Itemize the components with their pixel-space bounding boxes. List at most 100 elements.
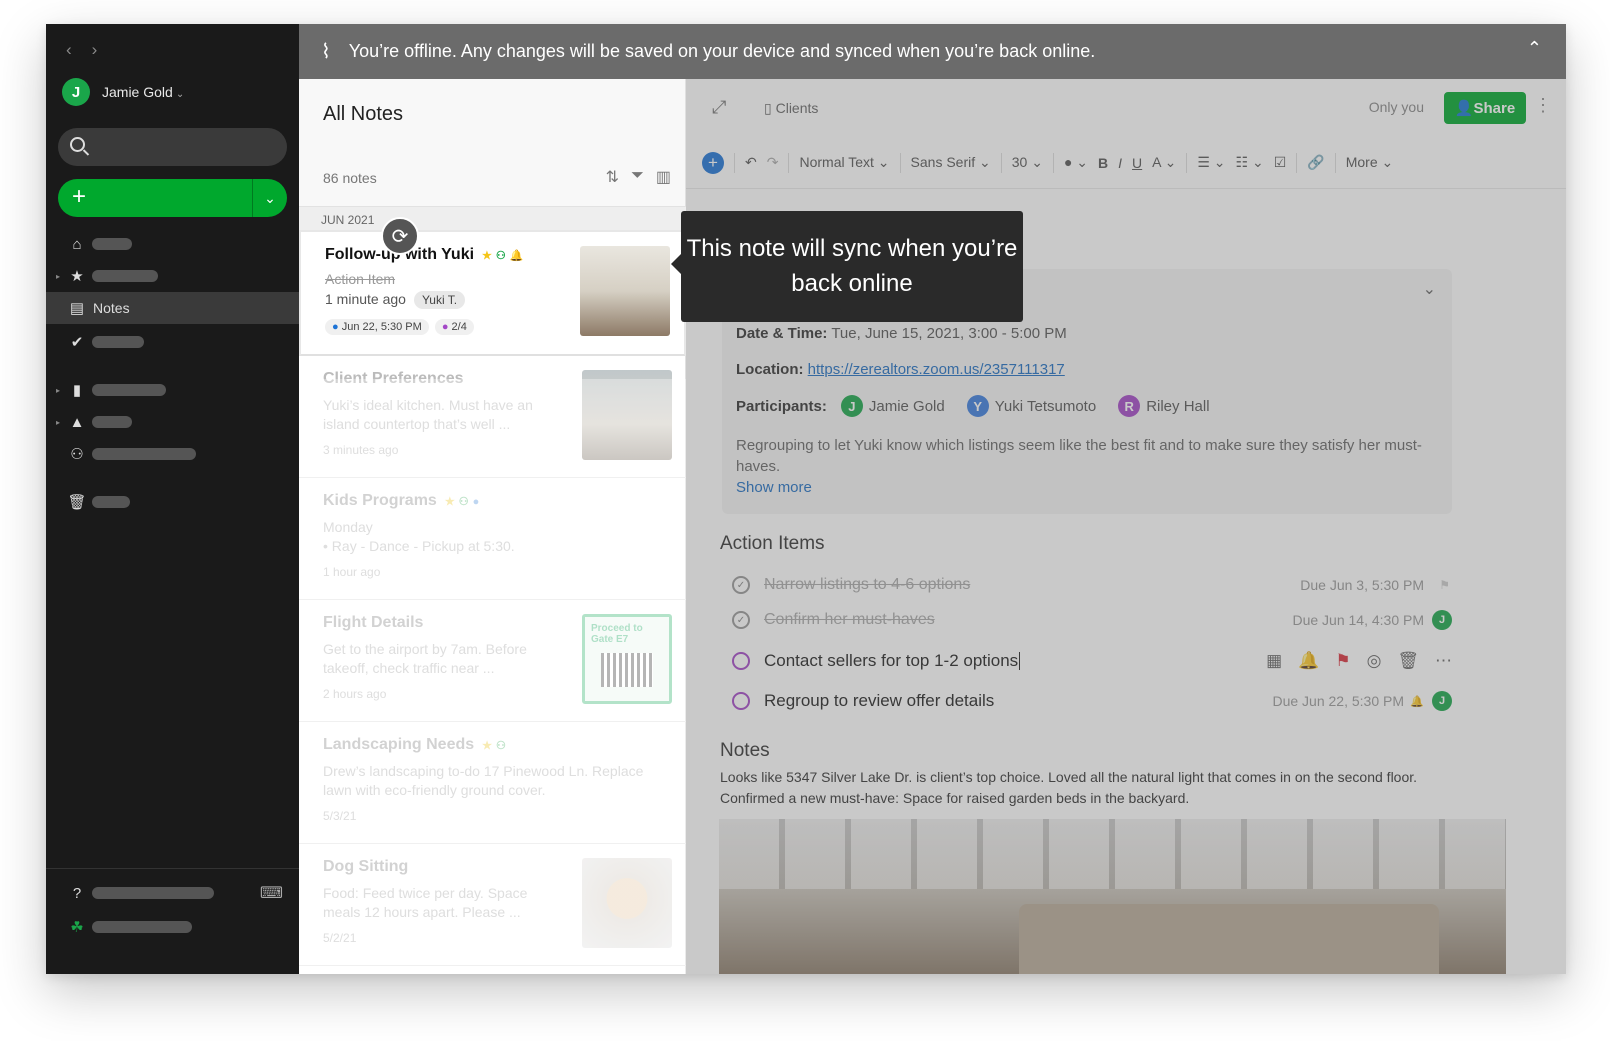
divider — [1186, 152, 1188, 173]
due-date: Due Jun 14, 4:30 PM — [1292, 612, 1424, 628]
participant-chip[interactable]: Y Yuki Tetsumoto — [966, 395, 1096, 417]
layout-icon[interactable]: ▥ — [656, 167, 671, 187]
offline-banner: ⌇ You’re offline. Any changes will be sa… — [299, 24, 1566, 79]
star-icon: ★ — [482, 739, 497, 752]
list-item[interactable]: Flight Details Get to the airport by 7am… — [299, 600, 686, 722]
participant-chip[interactable]: R Riley Hall — [1118, 395, 1210, 417]
reminder-chip[interactable]: ● Jun 22, 5:30 PM — [325, 319, 429, 335]
search-input[interactable] — [58, 128, 287, 166]
account-switcher[interactable]: J Jamie Gold ⌄ — [62, 78, 184, 106]
text-color-icon[interactable]: ● ⌄ — [1064, 154, 1088, 171]
upgrade-item[interactable]: ☘ — [46, 911, 299, 943]
bell-icon: ● — [472, 495, 484, 508]
note-tag[interactable]: Yuki T. — [413, 291, 466, 309]
list-item[interactable]: Kids Programs ★⚇● Monday • Ray - Dance - … — [299, 478, 686, 600]
redo-icon[interactable]: ↷ — [767, 154, 779, 171]
list-item[interactable]: Dog Sitting Food: Feed twice per day. Sp… — [299, 844, 686, 966]
collapse-chevron-icon[interactable]: ⌃ — [1527, 38, 1542, 59]
sidebar-item-tasks[interactable]: ✔ — [46, 326, 299, 358]
notebook-breadcrumb[interactable]: ▯ Clients — [764, 100, 818, 117]
redacted-label — [92, 238, 132, 250]
note-snippet: Action Item — [325, 271, 396, 287]
history-nav: ‹ › — [66, 40, 117, 60]
underline-icon[interactable]: U — [1132, 155, 1142, 171]
text-cursor — [1019, 652, 1021, 670]
calendar-icon[interactable]: ▦ — [1266, 651, 1282, 671]
flag-icon[interactable]: ⚑ — [1335, 651, 1350, 671]
share-button[interactable]: 👤 Share — [1444, 92, 1526, 124]
task-checkbox[interactable] — [732, 652, 750, 670]
text-style-select[interactable]: Normal Text ⌄ — [799, 154, 889, 171]
expand-icon[interactable]: ⤢ — [712, 97, 726, 118]
sidebar-item-label: Notes — [93, 300, 130, 316]
list-item[interactable]: Follow-up with Yuki ★⚇🔔 Action Item 1 min… — [299, 230, 686, 356]
sidebar-item-shared[interactable]: ⚇ — [46, 438, 299, 470]
font-size-select[interactable]: 30 ⌄ — [1012, 154, 1043, 171]
checklist-icon[interactable]: ☑ — [1274, 154, 1287, 171]
expand-triangle-icon[interactable]: ▸ — [56, 272, 60, 281]
filter-icon[interactable]: ⏷ — [631, 167, 644, 187]
redacted-label — [92, 921, 192, 933]
chevron-down-icon[interactable]: ⌄ — [252, 179, 287, 217]
keyboard-icon[interactable]: ⌨ — [260, 883, 283, 903]
note-thumbnail — [582, 858, 672, 948]
task-checkbox[interactable] — [732, 692, 750, 710]
more-icon[interactable]: ⋯ — [1435, 651, 1452, 671]
expand-triangle-icon[interactable]: ▸ — [56, 386, 60, 395]
sidebar-item-trash[interactable]: 🗑 — [46, 486, 299, 518]
insert-plus-icon[interactable]: + — [702, 151, 724, 174]
sidebar-item-locked[interactable]: ▸ ▲ — [46, 406, 299, 438]
notes-body[interactable]: Looks like 5347 Silver Lake Dr. is clien… — [720, 767, 1480, 809]
note-flags: ★⚇● — [445, 495, 483, 508]
action-item[interactable]: ✓ Narrow listings to 4-6 options Due Jun 3… — [732, 570, 1452, 600]
sidebar-item-notebooks[interactable]: ▸ ▮ — [46, 374, 299, 406]
redacted-label — [92, 416, 132, 428]
task-chip[interactable]: ● 2/4 — [434, 319, 474, 335]
expand-triangle-icon[interactable]: ▸ — [56, 418, 60, 427]
shared-icon: ⚇ — [495, 249, 510, 262]
list-item[interactable]: Client Preferences Yuki’s ideal kitchen.… — [299, 356, 686, 478]
location-link[interactable]: https://zerealtors.zoom.us/2357111317 — [808, 361, 1065, 378]
chevron-down-icon[interactable]: ⌄ — [1423, 279, 1436, 299]
numbered-list-icon[interactable]: ☷ ⌄ — [1236, 154, 1264, 171]
bell-icon: 🔔 — [1410, 695, 1424, 708]
check-circle-icon[interactable]: ✓ — [732, 576, 750, 594]
action-item-text[interactable]: Contact sellers for top 1-2 options — [764, 651, 1018, 671]
redacted-label — [92, 448, 196, 460]
action-item[interactable]: ✓ Confirm her must-haves Due Jun 14, 4:30 … — [732, 605, 1452, 635]
help-icon: ? — [72, 884, 82, 902]
undo-icon[interactable]: ↶ — [745, 154, 757, 171]
highlight-icon[interactable]: A ⌄ — [1152, 154, 1176, 171]
forward-arrow-icon[interactable]: › — [92, 40, 98, 59]
more-options-icon[interactable]: ⋮ — [1534, 95, 1552, 116]
italic-icon[interactable]: I — [1118, 155, 1122, 171]
participant-chip[interactable]: J Jamie Gold — [840, 395, 945, 417]
link-icon[interactable]: 🔗 — [1307, 154, 1324, 171]
note-thumbnail — [580, 246, 670, 336]
sync-icon[interactable]: ⟳ — [381, 217, 419, 255]
bold-icon[interactable]: B — [1098, 155, 1108, 171]
divider — [1052, 152, 1054, 173]
show-more-link[interactable]: Show more — [736, 479, 812, 496]
share-label: Share — [1473, 99, 1516, 117]
help-item[interactable]: ? ⌨ — [46, 877, 299, 909]
back-arrow-icon[interactable]: ‹ — [66, 40, 72, 59]
check-circle-icon[interactable]: ✓ — [732, 611, 750, 629]
sort-icon[interactable]: ⇅ — [606, 167, 619, 187]
list-item[interactable]: Landscaping Needs ★⚇ Drew’s landscaping t… — [299, 722, 686, 844]
trash-icon[interactable]: 🗑 — [1397, 651, 1419, 671]
action-item[interactable]: Regroup to review offer details Due Jun 2… — [732, 686, 1452, 716]
more-formatting-button[interactable]: More ⌄ — [1346, 154, 1394, 171]
sidebar-item-notes[interactable]: ▤ Notes — [46, 292, 299, 324]
visibility-status: Only you — [1368, 99, 1424, 115]
font-size-value: 30 — [1011, 154, 1028, 170]
sidebar-item-shortcuts[interactable]: ▸ ★ — [46, 260, 299, 292]
bell-icon[interactable]: 🔔 — [1298, 651, 1319, 671]
assign-user-icon[interactable]: ◎ — [1367, 651, 1382, 671]
bullet-list-icon[interactable]: ☰ ⌄ — [1197, 154, 1225, 171]
font-select[interactable]: Sans Serif ⌄ — [911, 154, 991, 171]
new-note-button[interactable]: + ⌄ — [58, 179, 287, 217]
action-item-active[interactable]: Contact sellers for top 1-2 options ▦ 🔔 ⚑ ◎… — [732, 646, 1452, 676]
redacted-label — [92, 384, 166, 396]
sidebar-item-home[interactable]: ⌂ — [46, 228, 299, 260]
